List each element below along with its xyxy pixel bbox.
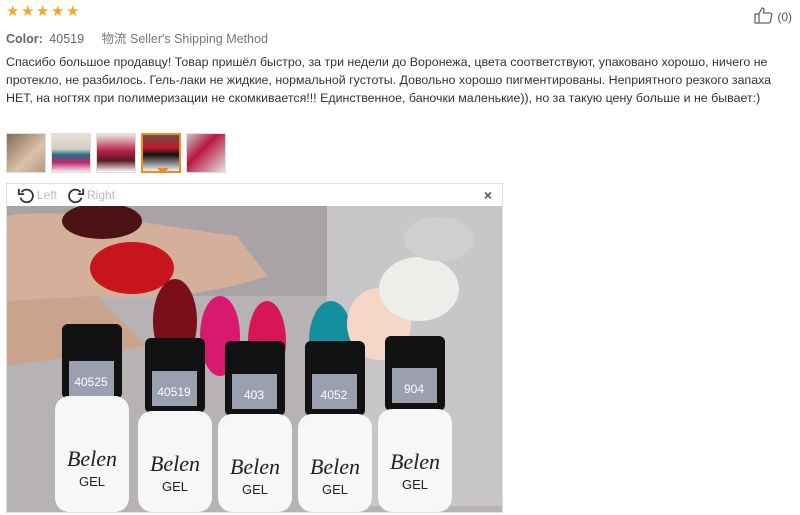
svg-text:GEL: GEL (79, 474, 105, 489)
review-text: Спасибо большое продавцу! Товар пришёл б… (6, 55, 772, 105)
thumbnail-strip (6, 133, 226, 173)
thumbnail-3[interactable] (96, 133, 136, 173)
image-viewer: Left Right × 40525 Belen GEL 40519 Belen… (6, 183, 503, 513)
review-photo[interactable]: 40525 Belen GEL 40519 Belen GEL 403 Bele… (7, 206, 502, 512)
star-icon: ★ (51, 3, 65, 20)
bottle-1: 40525 Belen GEL (55, 324, 129, 512)
close-button[interactable]: × (484, 187, 492, 203)
svg-text:Belen: Belen (390, 449, 440, 474)
rotate-right-label: Right (87, 188, 116, 202)
rating-stars: ★ ★ ★ ★ ★ (6, 3, 80, 20)
svg-text:GEL: GEL (322, 482, 348, 497)
bottle-label-5: 904 (404, 382, 424, 396)
viewer-toolbar: Left Right (7, 184, 502, 206)
star-icon: ★ (66, 3, 80, 20)
svg-text:Belen: Belen (67, 446, 117, 471)
bottle-label-2: 40519 (157, 385, 191, 399)
svg-text:Belen: Belen (310, 454, 360, 479)
helpful-button[interactable]: (0) (752, 6, 792, 27)
thumbnail-4-selected[interactable] (141, 133, 181, 173)
svg-text:Belen: Belen (230, 454, 280, 479)
thumbnail-2[interactable] (51, 133, 91, 173)
rotate-left-label: Left (37, 188, 58, 202)
color-label: Color: (6, 32, 43, 46)
thumbnail-5[interactable] (186, 133, 226, 173)
rotate-right-icon (68, 188, 85, 204)
star-icon: ★ (6, 3, 20, 20)
helpful-count: (0) (777, 9, 792, 24)
bottle-5: 904 Belen GEL (378, 336, 452, 512)
shipping-method: 物流 Seller's Shipping Method (101, 32, 268, 46)
rotate-left-icon (17, 188, 34, 204)
bottle-label-4: 4052 (321, 388, 348, 402)
bottle-4: 4052 Belen GEL (298, 341, 372, 512)
svg-text:GEL: GEL (402, 477, 428, 492)
bottle-label-1: 40525 (74, 375, 108, 389)
svg-text:Belen: Belen (150, 451, 200, 476)
bottle-label-3: 403 (244, 388, 264, 402)
color-value: 40519 (49, 32, 85, 46)
star-icon: ★ (36, 3, 50, 20)
thumbs-up-icon (752, 6, 774, 27)
rotate-right-button[interactable]: Right (67, 186, 115, 204)
thumbnail-1[interactable] (6, 133, 46, 173)
bottle-3: 403 Belen GEL (218, 341, 292, 512)
svg-text:GEL: GEL (162, 479, 188, 494)
star-icon: ★ (21, 3, 35, 20)
review-meta: Color: 40519 物流 Seller's Shipping Method (6, 28, 268, 47)
svg-text:GEL: GEL (242, 482, 268, 497)
bottle-2: 40519 Belen GEL (138, 338, 212, 512)
rotate-left-button[interactable]: Left (17, 186, 57, 204)
